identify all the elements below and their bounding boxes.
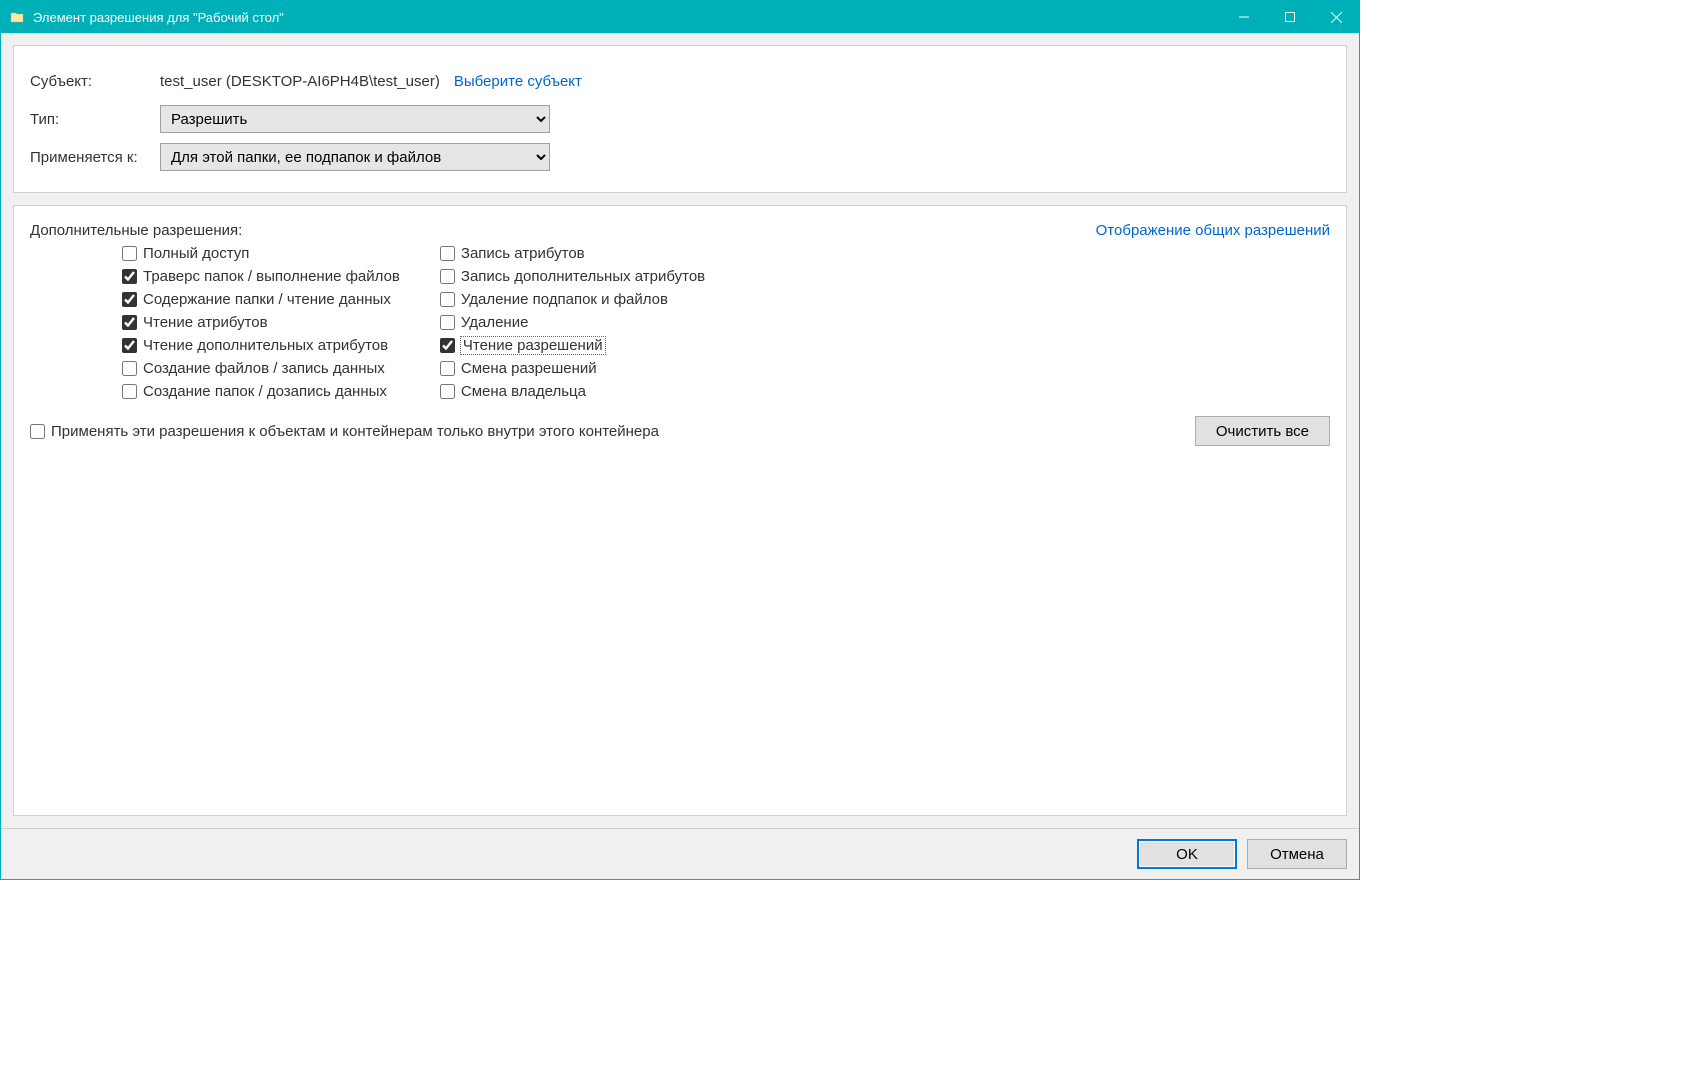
permission-checkbox[interactable]: Полный доступ [122,245,400,262]
subject-label: Субъект: [30,73,160,90]
apply-within-container-label: Применять эти разрешения к объектам и ко… [51,423,659,440]
ok-button[interactable]: OK [1137,839,1237,869]
permission-input[interactable] [440,315,455,330]
applies-to-label: Применяется к: [30,149,160,166]
permissions-column-1: Полный доступ Траверс папок / выполнение … [122,245,400,400]
permission-checkbox[interactable]: Содержание папки / чтение данных [122,291,400,308]
permission-input[interactable] [122,338,137,353]
permission-label: Траверс папок / выполнение файлов [143,268,400,285]
type-select[interactable]: Разрешить [160,105,550,133]
principal-panel: Субъект: test_user (DESKTOP-AI6PH4B\test… [13,45,1347,193]
permission-label: Удаление [461,314,529,331]
permission-checkbox[interactable]: Удаление подпапок и файлов [440,291,705,308]
permission-label: Содержание папки / чтение данных [143,291,391,308]
titlebar[interactable]: Элемент разрешения для "Рабочий стол" [1,1,1359,33]
permission-label: Запись дополнительных атрибутов [461,268,705,285]
permission-input[interactable] [440,292,455,307]
permission-input[interactable] [440,384,455,399]
permission-input[interactable] [122,384,137,399]
cancel-button[interactable]: Отмена [1247,839,1347,869]
minimize-button[interactable] [1221,1,1267,33]
permission-label: Чтение дополнительных атрибутов [143,337,388,354]
permission-input[interactable] [122,269,137,284]
show-basic-permissions-link[interactable]: Отображение общих разрешений [1096,222,1330,239]
applies-to-select[interactable]: Для этой папки, ее подпапок и файлов [160,143,550,171]
permission-input[interactable] [440,246,455,261]
advanced-permissions-label: Дополнительные разрешения: [30,222,242,239]
permission-label: Удаление подпапок и файлов [461,291,668,308]
permission-input[interactable] [122,246,137,261]
permission-checkbox[interactable]: Чтение атрибутов [122,314,400,331]
permission-input[interactable] [122,292,137,307]
permission-label: Чтение атрибутов [143,314,268,331]
permissions-grid: Полный доступ Траверс папок / выполнение … [30,245,1330,400]
client-area: Субъект: test_user (DESKTOP-AI6PH4B\test… [1,33,1359,828]
permission-label: Создание файлов / запись данных [143,360,385,377]
window: Элемент разрешения для "Рабочий стол" Су… [0,0,1360,880]
close-button[interactable] [1313,1,1359,33]
apply-within-container-input[interactable] [30,424,45,439]
permission-input[interactable] [440,338,455,353]
permission-label: Смена разрешений [461,360,597,377]
permission-input[interactable] [440,269,455,284]
folder-icon [9,9,25,25]
type-label: Тип: [30,111,160,128]
select-subject-link[interactable]: Выберите субъект [454,73,582,90]
permissions-column-2: Запись атрибутов Запись дополнительных ат… [440,245,705,400]
clear-all-button[interactable]: Очистить все [1195,416,1330,446]
permissions-panel: Дополнительные разрешения: Отображение о… [13,205,1347,816]
maximize-button[interactable] [1267,1,1313,33]
permission-checkbox[interactable]: Запись дополнительных атрибутов [440,268,705,285]
permission-checkbox[interactable]: Чтение разрешений [440,337,705,354]
permission-checkbox[interactable]: Создание папок / дозапись данных [122,383,400,400]
permission-input[interactable] [440,361,455,376]
permission-label: Смена владельца [461,383,586,400]
permission-label: Чтение разрешений [461,337,605,354]
window-title: Элемент разрешения для "Рабочий стол" [33,10,1221,25]
permission-checkbox[interactable]: Смена разрешений [440,360,705,377]
permission-input[interactable] [122,315,137,330]
permission-checkbox[interactable]: Траверс папок / выполнение файлов [122,268,400,285]
permission-label: Создание папок / дозапись данных [143,383,387,400]
apply-within-container-checkbox[interactable]: Применять эти разрешения к объектам и ко… [30,423,659,440]
permission-checkbox[interactable]: Смена владельца [440,383,705,400]
window-controls [1221,1,1359,33]
permission-input[interactable] [122,361,137,376]
permission-checkbox[interactable]: Создание файлов / запись данных [122,360,400,377]
subject-value: test_user (DESKTOP-AI6PH4B\test_user) [160,73,440,90]
permission-checkbox[interactable]: Удаление [440,314,705,331]
permission-label: Запись атрибутов [461,245,585,262]
permission-label: Полный доступ [143,245,249,262]
dialog-footer: OK Отмена [1,828,1359,879]
permission-checkbox[interactable]: Чтение дополнительных атрибутов [122,337,400,354]
permission-checkbox[interactable]: Запись атрибутов [440,245,705,262]
